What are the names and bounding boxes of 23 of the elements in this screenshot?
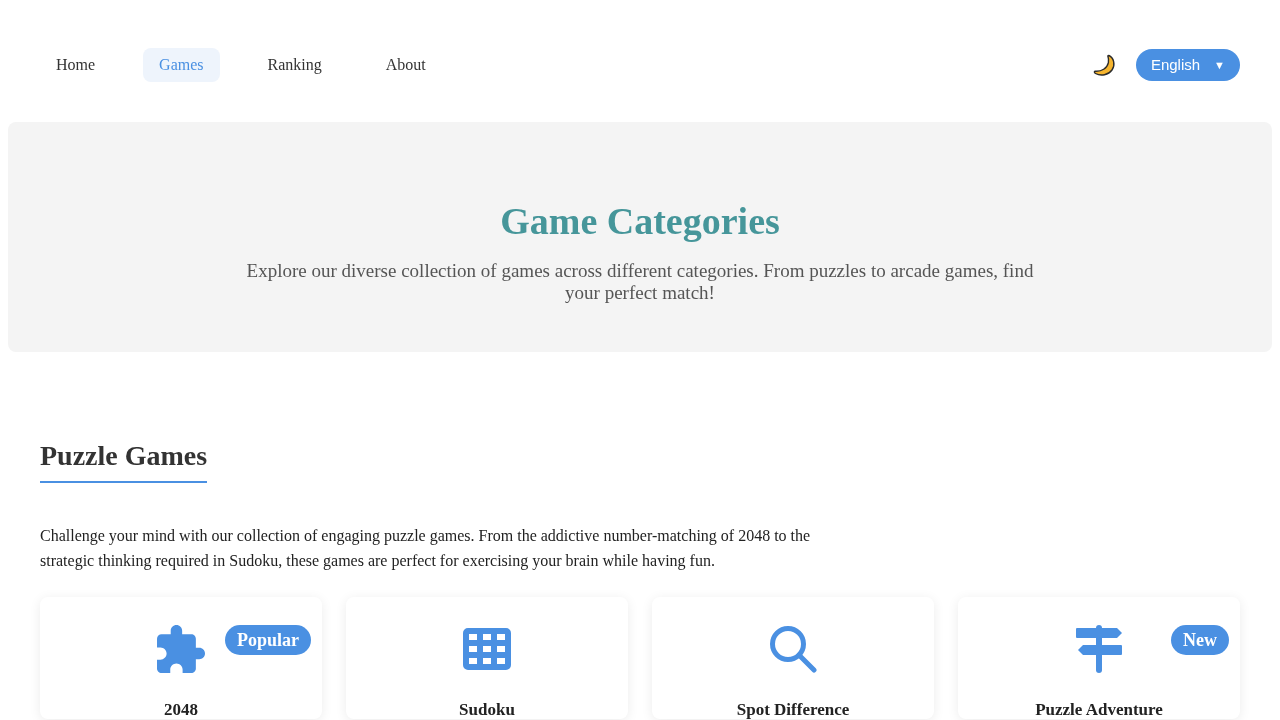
game-badge: New xyxy=(1171,625,1229,655)
game-card[interactable]: 2048 Popular xyxy=(40,597,322,719)
nav-link[interactable]: About xyxy=(369,48,442,82)
game-card[interactable]: Spot Difference xyxy=(652,597,934,719)
nav-link[interactable]: Ranking xyxy=(251,48,338,82)
moon-icon[interactable] xyxy=(1091,53,1116,77)
section-heading: Puzzle Games xyxy=(40,439,208,483)
caret-icon: ▼ xyxy=(1214,59,1225,71)
puzzle-piece-icon xyxy=(157,625,205,673)
nav-link[interactable]: Home xyxy=(40,48,112,82)
game-title: Puzzle Adventure xyxy=(1035,701,1163,719)
signpost-icon xyxy=(1075,625,1123,673)
page-title: Game Categories xyxy=(500,199,780,244)
game-card[interactable]: Sudoku xyxy=(346,597,628,719)
game-badge: Popular xyxy=(225,625,311,655)
grid-icon xyxy=(463,628,511,670)
game-title: Spot Difference xyxy=(736,701,850,719)
hero-description: Explore our diverse collection of games across different categories. From puzzles to arcade games, find your perfect match! xyxy=(245,260,1035,304)
game-title: 2048 xyxy=(164,701,198,719)
game-title: Sudoku xyxy=(459,701,515,719)
section-description: Challenge your mind with our collection of engaging puzzle games. From the addictive number-matching of 2048 to the strategic thinking required in Sudoku, these games are perfect for exercising your brain while having fun. xyxy=(40,526,812,572)
search-icon xyxy=(769,625,817,673)
game-card[interactable]: Puzzle Adventure New xyxy=(958,597,1240,719)
